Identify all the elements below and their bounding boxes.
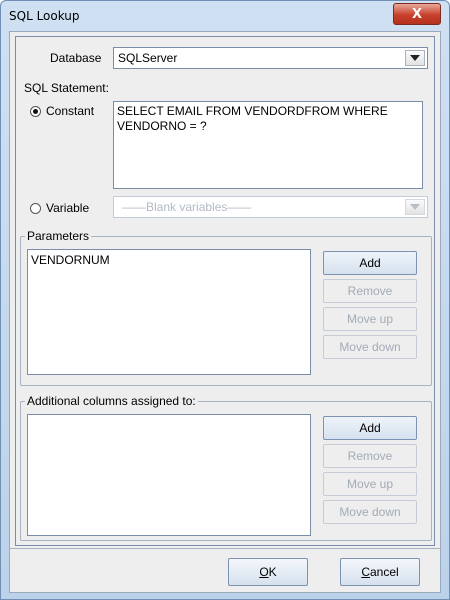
additional-columns-move-down-button[interactable]: Move down xyxy=(323,500,417,524)
ok-button[interactable]: OK xyxy=(228,558,308,586)
cancel-button[interactable]: Cancel xyxy=(340,558,420,586)
footer-divider xyxy=(10,548,440,549)
ok-mnemonic: O xyxy=(259,565,269,579)
dialog-body: Database SQLServer SQL Statement: Consta… xyxy=(9,31,441,593)
database-label: Database xyxy=(50,51,102,65)
variable-label[interactable]: Variable xyxy=(46,201,89,215)
title-bar[interactable]: SQL Lookup X xyxy=(1,1,449,31)
parameters-group: Parameters VENDORNUM Add Remove Move up … xyxy=(20,229,432,386)
window-title: SQL Lookup xyxy=(9,9,80,23)
parameters-list-item[interactable]: VENDORNUM xyxy=(31,253,110,267)
database-value: SQLServer xyxy=(118,51,178,65)
sql-constant-text: SELECT EMAIL FROM VENDORDFROM WHERE VEND… xyxy=(117,104,388,133)
cancel-mnemonic: C xyxy=(361,565,370,579)
additional-columns-remove-button[interactable]: Remove xyxy=(323,444,417,468)
parameters-move-down-button[interactable]: Move down xyxy=(323,335,417,359)
constant-label[interactable]: Constant xyxy=(46,104,94,118)
ok-label-rest: K xyxy=(268,565,277,579)
parameters-title: Parameters xyxy=(25,229,92,243)
variable-placeholder: ——Blank variables—— xyxy=(122,200,252,214)
sql-constant-textarea[interactable]: SELECT EMAIL FROM VENDORDFROM WHERE VEND… xyxy=(113,101,423,189)
sql-statement-label: SQL Statement: xyxy=(24,81,109,95)
additional-columns-list[interactable] xyxy=(27,414,311,536)
close-icon: X xyxy=(411,6,423,22)
variable-radio[interactable] xyxy=(30,203,41,214)
constant-radio[interactable] xyxy=(30,106,41,117)
variable-dropdown-button[interactable] xyxy=(405,199,425,215)
parameters-move-up-button[interactable]: Move up xyxy=(323,307,417,331)
additional-columns-group: Additional columns assigned to: Add Remo… xyxy=(20,394,432,541)
close-button[interactable]: X xyxy=(393,3,441,25)
additional-columns-move-up-button[interactable]: Move up xyxy=(323,472,417,496)
parameters-remove-button[interactable]: Remove xyxy=(323,279,417,303)
additional-columns-title: Additional columns assigned to: xyxy=(25,394,198,408)
sql-lookup-window: SQL Lookup X Database SQLServer SQL Stat… xyxy=(0,0,450,600)
parameters-list[interactable]: VENDORNUM xyxy=(27,249,311,375)
database-combo[interactable]: SQLServer xyxy=(113,47,428,69)
additional-columns-add-button[interactable]: Add xyxy=(323,416,417,440)
database-dropdown-button[interactable] xyxy=(405,50,425,66)
variable-combo[interactable]: ——Blank variables—— xyxy=(113,196,428,218)
parameters-add-button[interactable]: Add xyxy=(323,251,417,275)
chevron-down-icon xyxy=(410,204,420,210)
chevron-down-icon xyxy=(410,55,420,61)
main-panel: Database SQLServer SQL Statement: Consta… xyxy=(15,36,435,546)
cancel-label-rest: ancel xyxy=(369,565,399,579)
radio-selected-dot xyxy=(33,109,38,114)
